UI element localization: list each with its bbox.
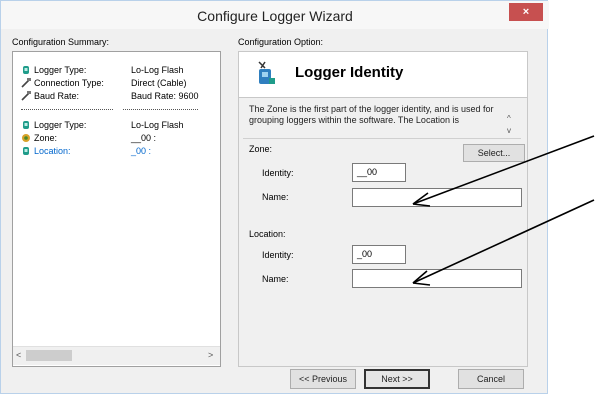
annotation-arrows (412, 135, 595, 286)
arrow-to-location-identity (412, 199, 595, 286)
arrow-to-zone-identity (412, 135, 595, 207)
